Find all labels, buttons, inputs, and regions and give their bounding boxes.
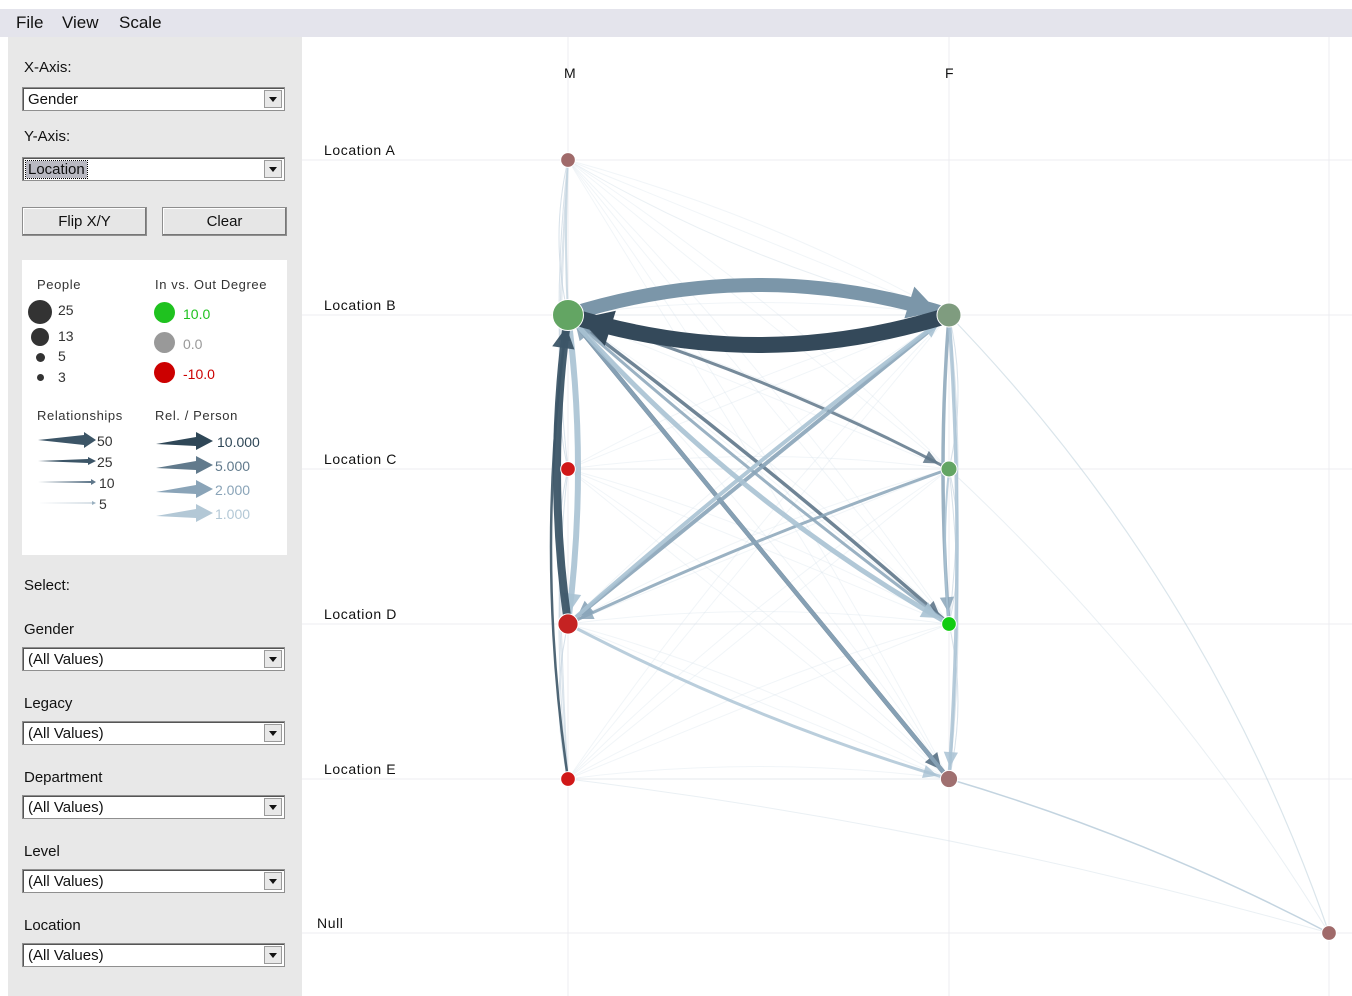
rel-person-value-10: 10.000 bbox=[217, 434, 260, 450]
people-size-25-dot bbox=[28, 300, 52, 324]
column-label: M bbox=[564, 65, 577, 81]
relationship-edge bbox=[948, 468, 1330, 934]
menu-view[interactable]: View bbox=[62, 13, 99, 33]
control-panel: X-Axis: Gender Y-Axis: Location Flip X/Y… bbox=[8, 37, 302, 996]
rel-value-5: 5 bbox=[99, 496, 107, 512]
relationship-edge bbox=[947, 313, 959, 781]
row-label: Location A bbox=[324, 142, 396, 158]
degree-low-dot bbox=[154, 362, 175, 383]
rel-value-10: 10 bbox=[99, 475, 115, 491]
menu-file[interactable]: File bbox=[16, 13, 43, 33]
menu-bar: File View Scale bbox=[0, 9, 1352, 37]
relationship-edge bbox=[948, 778, 1330, 934]
filter-department-select[interactable]: (All Values) bbox=[22, 795, 285, 819]
person-group-node[interactable] bbox=[939, 769, 959, 789]
filter-gender-select[interactable]: (All Values) bbox=[22, 647, 285, 671]
degree-neutral-dot bbox=[154, 332, 175, 353]
y-axis-label: Y-Axis: bbox=[24, 128, 71, 145]
legend-people-title: People bbox=[37, 277, 82, 292]
legend-panel: People 25 13 5 3 In vs. Out Degree 10.0 … bbox=[22, 260, 287, 555]
menu-scale[interactable]: Scale bbox=[119, 13, 162, 33]
y-axis-value: Location bbox=[25, 160, 88, 179]
filter-department-value: (All Values) bbox=[28, 799, 104, 816]
row-label: Null bbox=[317, 915, 344, 931]
chevron-down-icon[interactable] bbox=[264, 90, 282, 108]
relationship-edge bbox=[567, 611, 950, 625]
legend-rel-person-title: Rel. / Person bbox=[155, 408, 238, 423]
filter-level-label: Level bbox=[24, 843, 60, 860]
person-group-node[interactable] bbox=[936, 302, 962, 328]
rel-person-value-5: 5.000 bbox=[215, 458, 251, 474]
legend-relationships-title: Relationships bbox=[37, 408, 123, 423]
filter-location-select[interactable]: (All Values) bbox=[22, 943, 285, 967]
select-title: Select: bbox=[24, 577, 70, 594]
person-group-node[interactable] bbox=[560, 461, 576, 477]
relationship-edge bbox=[560, 307, 957, 353]
people-size-5-dot bbox=[36, 353, 45, 362]
filter-location-label: Location bbox=[24, 917, 81, 934]
relationship-edge bbox=[567, 766, 950, 780]
chevron-down-icon[interactable] bbox=[264, 724, 282, 742]
y-axis-select[interactable]: Location bbox=[22, 157, 285, 181]
people-size-13: 13 bbox=[58, 328, 74, 344]
column-label: F bbox=[945, 65, 955, 81]
row-label: Location B bbox=[324, 297, 397, 313]
x-axis-label: X-Axis: bbox=[24, 59, 72, 76]
rel-person-value-1: 1.000 bbox=[215, 506, 251, 522]
person-group-node[interactable] bbox=[552, 299, 584, 331]
row-label: Location E bbox=[324, 761, 397, 777]
flip-xy-button[interactable]: Flip X/Y bbox=[22, 207, 147, 236]
chevron-down-icon[interactable] bbox=[264, 160, 282, 178]
rel-value-50: 50 bbox=[97, 433, 113, 449]
filter-location-value: (All Values) bbox=[28, 947, 104, 964]
people-size-25: 25 bbox=[58, 302, 74, 318]
legend-degree-title: In vs. Out Degree bbox=[155, 277, 268, 292]
rel-value-25: 25 bbox=[97, 454, 113, 470]
rel-person-arrows-icon bbox=[156, 432, 213, 522]
person-group-node[interactable] bbox=[560, 771, 576, 787]
person-group-node[interactable] bbox=[560, 152, 576, 168]
degree-high-dot bbox=[154, 302, 175, 323]
degree-neutral-value: 0.0 bbox=[183, 336, 203, 352]
degree-low-value: -10.0 bbox=[183, 366, 215, 382]
filter-level-value: (All Values) bbox=[28, 873, 104, 890]
people-size-3: 3 bbox=[58, 369, 66, 385]
x-axis-select[interactable]: Gender bbox=[22, 87, 285, 111]
filter-department-label: Department bbox=[24, 769, 103, 786]
filter-legacy-label: Legacy bbox=[24, 695, 73, 712]
network-graph: M F Location A Location B Location C Locatio… bbox=[302, 37, 1352, 996]
people-size-13-dot bbox=[31, 328, 49, 346]
people-size-3-dot bbox=[37, 374, 44, 381]
row-label: Location D bbox=[324, 606, 397, 622]
filter-legacy-select[interactable]: (All Values) bbox=[22, 721, 285, 745]
person-group-node[interactable] bbox=[557, 613, 579, 635]
x-axis-value: Gender bbox=[28, 91, 79, 108]
filter-gender-value: (All Values) bbox=[28, 651, 104, 668]
graph-canvas[interactable] bbox=[302, 37, 1352, 996]
row-label: Location C bbox=[324, 451, 397, 467]
chevron-down-icon[interactable] bbox=[264, 650, 282, 668]
rel-person-value-2: 2.000 bbox=[215, 482, 251, 498]
chevron-down-icon[interactable] bbox=[264, 946, 282, 964]
person-group-node[interactable] bbox=[941, 616, 957, 632]
person-group-node[interactable] bbox=[1321, 925, 1337, 941]
relationship-arrows-icon bbox=[38, 432, 96, 505]
chevron-down-icon[interactable] bbox=[264, 872, 282, 890]
filter-level-select[interactable]: (All Values) bbox=[22, 869, 285, 893]
clear-button[interactable]: Clear bbox=[162, 207, 287, 236]
person-group-node[interactable] bbox=[940, 460, 958, 478]
people-size-5: 5 bbox=[58, 348, 66, 364]
degree-high-value: 10.0 bbox=[183, 306, 211, 322]
chevron-down-icon[interactable] bbox=[264, 798, 282, 816]
edge-arrowhead bbox=[943, 751, 958, 768]
filter-legacy-value: (All Values) bbox=[28, 725, 104, 742]
relationship-edge bbox=[561, 278, 956, 322]
filter-gender-label: Gender bbox=[24, 621, 75, 638]
